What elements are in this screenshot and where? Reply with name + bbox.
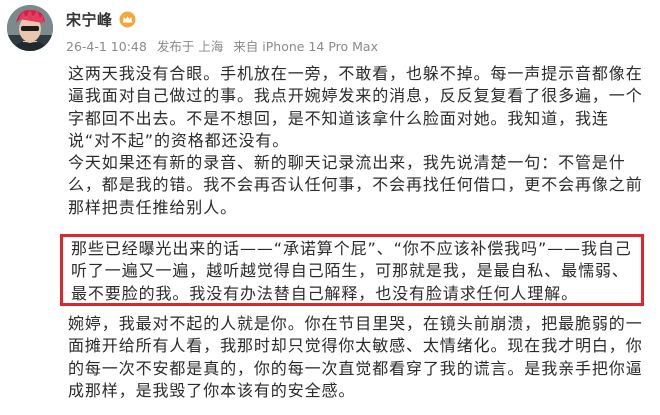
paragraph-1: 这两天我没有合眼。手机放在一旁，不敢看，也躲不掉。每一声提示音都像在逼我面对自己… xyxy=(68,64,643,150)
author-row: 宋宁峰 xyxy=(66,9,136,29)
post-meta: 26-4-1 10:48 发布于 上海 来自 iPhone 14 Pro Max xyxy=(66,36,384,55)
post-header: 宋宁峰 26-4-1 10:48 发布于 上海 来自 iPhone 14 Pro… xyxy=(0,0,660,58)
paragraph-2: 今天如果还有新的录音、新的聊天记录流出来，我先说清楚一句：不管是什么，都是我的错… xyxy=(68,153,643,217)
crown-badge-icon xyxy=(119,11,136,28)
post-timestamp: 26-4-1 10:48 xyxy=(66,39,147,54)
paragraph-3-highlighted: 那些已经曝光出来的话——“承诺算个屁”、“你不应该补偿我吗”——我自己听了一遍又… xyxy=(71,239,632,303)
highlight-box: 那些已经曝光出来的话——“承诺算个屁”、“你不应该补偿我吗”——我自己听了一遍又… xyxy=(60,234,644,306)
avatar-image xyxy=(7,5,53,51)
post-device: 来自 iPhone 14 Pro Max xyxy=(233,39,378,54)
author-name[interactable]: 宋宁峰 xyxy=(66,9,113,30)
avatar[interactable] xyxy=(7,5,53,51)
paragraph-4: 婉婷，我最对不起的人就是你。你在节目里哭，在镜头前崩溃，把最脆弱的一面摊开给所有… xyxy=(68,314,643,400)
post-location: 发布于 上海 xyxy=(156,39,224,54)
